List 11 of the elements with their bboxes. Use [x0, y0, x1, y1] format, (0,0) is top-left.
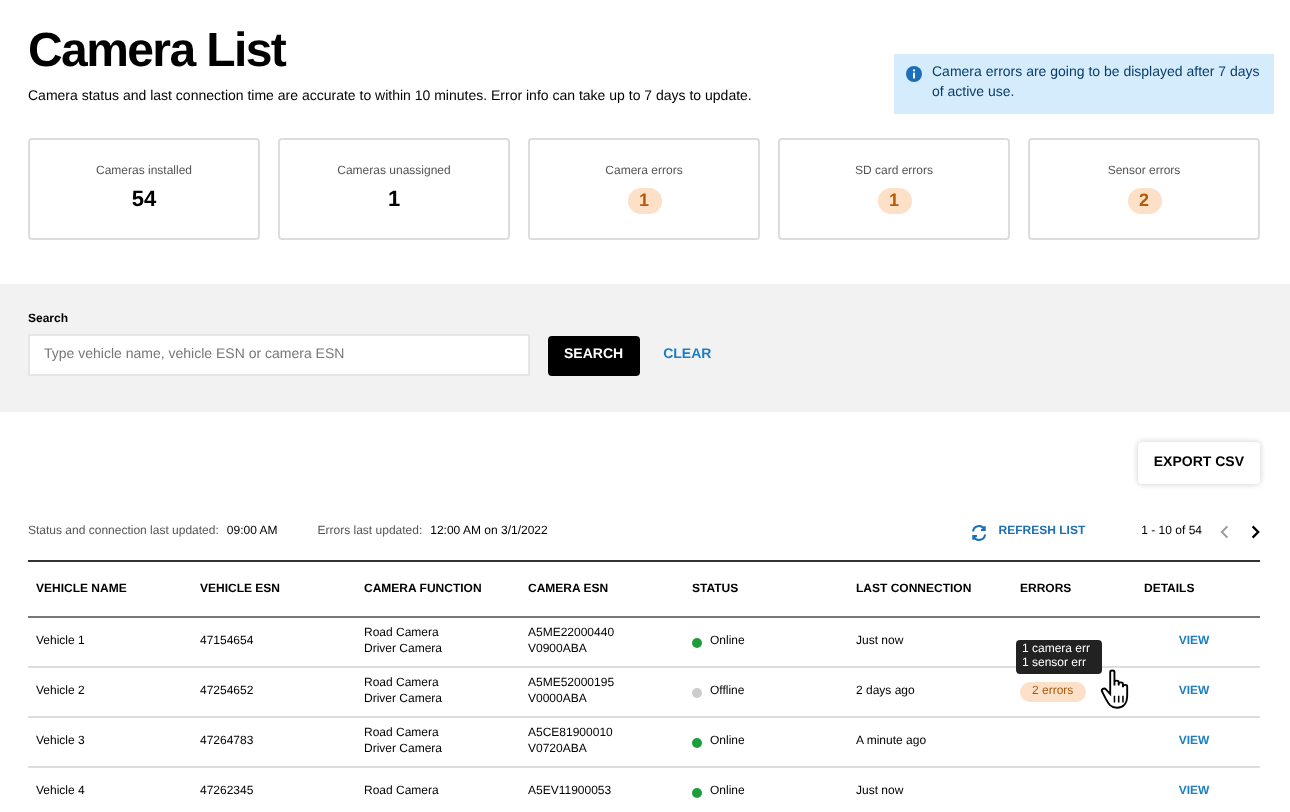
error-count-badge: 1: [627, 187, 661, 213]
error-count-badge: 2: [1127, 187, 1161, 213]
stat-value: 1: [387, 188, 401, 212]
stat-value: 54: [131, 188, 157, 212]
error-count-badge: 1: [877, 187, 911, 213]
next-page-icon[interactable]: [1248, 524, 1262, 540]
refresh-icon: [970, 523, 989, 541]
hand-cursor-icon: [1100, 668, 1134, 710]
info-icon: [906, 66, 922, 82]
page-title: Camera List: [28, 22, 289, 82]
previous-page-icon[interactable]: [1218, 524, 1232, 540]
